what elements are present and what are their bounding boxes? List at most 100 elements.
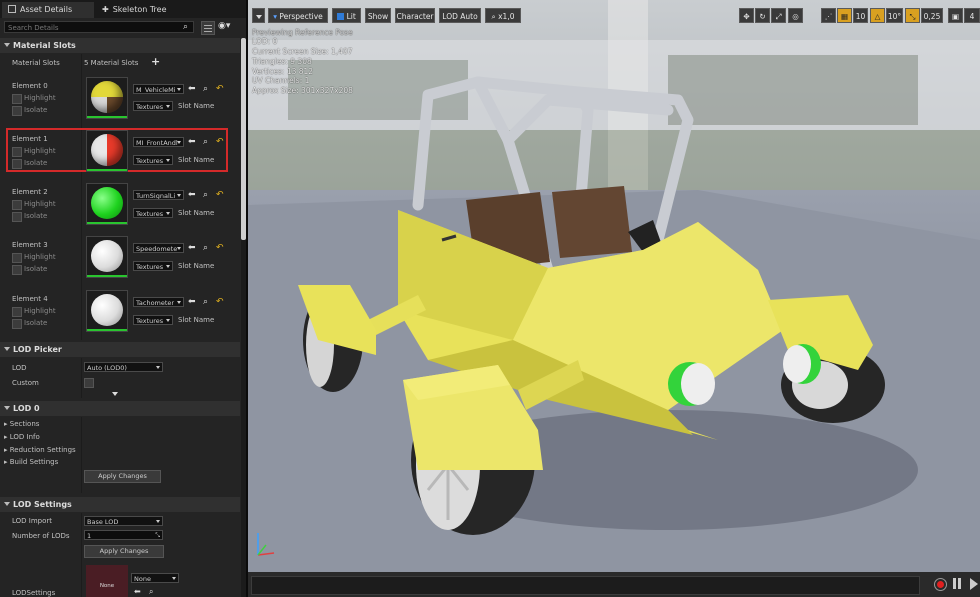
browse-icon[interactable]: ⌕ [203, 84, 208, 94]
expand-arrow-icon[interactable] [112, 392, 118, 396]
number-of-lods-input[interactable]: 1 ⤡ [84, 530, 163, 540]
use-selected-arrow-icon[interactable]: ⬅ [134, 587, 141, 597]
highlight-checkbox[interactable] [12, 94, 22, 104]
highlight-checkbox[interactable] [12, 253, 22, 263]
character-button[interactable]: Character [395, 8, 435, 23]
spin-icon: ⤡ [155, 532, 160, 539]
show-button[interactable]: Show [365, 8, 391, 23]
stat-screen-size: Current Screen Size: 1,407 [252, 47, 353, 56]
browse-icon[interactable]: ⌕ [203, 243, 208, 253]
textures-dropdown[interactable]: Textures [133, 101, 173, 111]
material-ball-icon [91, 187, 123, 219]
highlight-checkbox[interactable] [12, 307, 22, 317]
isolate-checkbox[interactable] [12, 212, 22, 222]
material-dropdown[interactable]: Speedomete [133, 243, 184, 253]
isolate-checkbox[interactable] [12, 159, 22, 169]
reset-arrow-icon[interactable]: ↶ [216, 297, 224, 307]
section-lod-picker[interactable]: LOD Picker [0, 342, 240, 357]
isolate-checkbox[interactable] [12, 265, 22, 275]
material-thumbnail[interactable] [86, 77, 128, 119]
pause-icon[interactable] [953, 578, 956, 589]
grid-snap-toggle[interactable]: ▦ [837, 8, 852, 23]
world-local-button[interactable]: ◎ [788, 8, 803, 23]
textures-dropdown[interactable]: Textures [133, 261, 173, 271]
custom-checkbox[interactable] [84, 378, 94, 388]
material-dropdown[interactable]: M_VehicleMi [133, 84, 184, 94]
lod-import-dropdown[interactable]: Base LOD [84, 516, 163, 526]
rotate-mode-button[interactable]: ↻ [755, 8, 770, 23]
viewport-options-button[interactable] [252, 8, 265, 23]
lit-button[interactable]: Lit [332, 8, 361, 23]
use-selected-arrow-icon[interactable]: ⬅ [188, 84, 196, 94]
section-lod-settings[interactable]: LOD Settings [0, 497, 240, 512]
material-thumbnail[interactable] [86, 130, 128, 172]
material-thumbnail[interactable] [86, 290, 128, 332]
lod-apply-changes-button[interactable]: Apply Changes [84, 545, 164, 558]
stat-triangles: Triangles: 9 308 [252, 57, 312, 66]
apply-changes-button[interactable]: Apply Changes [84, 470, 161, 483]
section-material-slots[interactable]: Material Slots [0, 38, 240, 53]
browse-icon[interactable]: ⌕ [203, 137, 208, 147]
browse-icon[interactable]: ⌕ [203, 190, 208, 200]
textures-dropdown[interactable]: Textures [133, 208, 173, 218]
record-icon[interactable] [934, 578, 947, 591]
use-selected-arrow-icon[interactable]: ⬅ [188, 297, 196, 307]
browse-icon[interactable]: ⌕ [203, 297, 208, 307]
lod-settings-dropdown[interactable]: None [131, 573, 179, 583]
highlight-checkbox[interactable] [12, 147, 22, 157]
element-label: Element 1 [12, 135, 48, 143]
camera-speed-value[interactable]: 4 [964, 8, 980, 23]
perspective-button[interactable]: ▾ Perspective [268, 8, 328, 23]
plus-icon[interactable]: + [151, 56, 160, 67]
timeline-scrubber[interactable] [251, 576, 920, 595]
reset-arrow-icon[interactable]: ↶ [216, 137, 224, 147]
grid-icon: ▦ [840, 12, 849, 21]
translate-icon: ✥ [743, 12, 750, 21]
angle-snap-value[interactable]: 10° [886, 8, 903, 23]
browse-icon[interactable]: ⌕ [149, 587, 153, 597]
surface-snap-button[interactable]: ⋰ [821, 8, 836, 23]
scale-snap-toggle[interactable]: ⤡ [905, 8, 920, 23]
lod0-item-lod-info[interactable]: ▸ LOD Info [4, 433, 40, 441]
isolate-checkbox[interactable] [12, 319, 22, 329]
translate-mode-button[interactable]: ✥ [739, 8, 754, 23]
tab-asset-details[interactable]: Asset Details [2, 2, 94, 18]
material-dropdown[interactable]: TurnSignalLi [133, 190, 184, 200]
play-icon[interactable] [970, 578, 978, 590]
use-selected-arrow-icon[interactable]: ⬅ [188, 190, 196, 200]
reset-arrow-icon[interactable]: ↶ [216, 190, 224, 200]
reset-arrow-icon[interactable]: ↶ [216, 243, 224, 253]
eye-icon[interactable]: ◉▾ [218, 21, 230, 31]
search-input[interactable]: Search Details [4, 21, 194, 33]
element-label: Element 4 [12, 295, 48, 303]
material-dropdown[interactable]: MI_FrontAndl [133, 137, 184, 147]
material-thumbnail[interactable] [86, 236, 128, 278]
section-lod0[interactable]: LOD 0 [0, 401, 240, 416]
highlight-label: Highlight [24, 94, 56, 102]
tab-skeleton-tree[interactable]: ✚ Skeleton Tree [96, 2, 188, 18]
isolate-checkbox[interactable] [12, 106, 22, 116]
grid-snap-value[interactable]: 10 [853, 8, 868, 23]
stat-approx-size: Approx Size: 301x327x208 [252, 86, 353, 95]
lod0-item-build-settings[interactable]: ▸ Build Settings [4, 458, 58, 466]
textures-dropdown[interactable]: Textures [133, 315, 173, 325]
use-selected-arrow-icon[interactable]: ⬅ [188, 137, 196, 147]
camera-speed-toggle[interactable]: ▣ [948, 8, 963, 23]
lod-auto-button[interactable]: LOD Auto [439, 8, 481, 23]
scale-snap-value[interactable]: 0,25 [921, 8, 943, 23]
material-dropdown[interactable]: Tachometer [133, 297, 184, 307]
playback-speed-button[interactable]: ⌕ x1,0 [485, 8, 521, 23]
scale-mode-button[interactable]: ⤢ [771, 8, 786, 23]
lod0-item-sections[interactable]: ▸ Sections [4, 420, 39, 428]
material-thumbnail[interactable] [86, 183, 128, 225]
angle-snap-toggle[interactable]: △ [870, 8, 885, 23]
viewport[interactable]: ▾ Perspective Lit Show Character LOD Aut… [248, 0, 980, 597]
none-asset-thumbnail[interactable]: None [86, 565, 128, 597]
use-selected-arrow-icon[interactable]: ⬅ [188, 243, 196, 253]
textures-dropdown[interactable]: Textures [133, 155, 173, 165]
lod0-item-reduction-settings[interactable]: ▸ Reduction Settings [4, 446, 76, 454]
highlight-checkbox[interactable] [12, 200, 22, 210]
reset-arrow-icon[interactable]: ↶ [216, 84, 224, 94]
lod-dropdown[interactable]: Auto (LOD0) [84, 362, 163, 372]
grid-view-icon[interactable] [201, 21, 215, 35]
